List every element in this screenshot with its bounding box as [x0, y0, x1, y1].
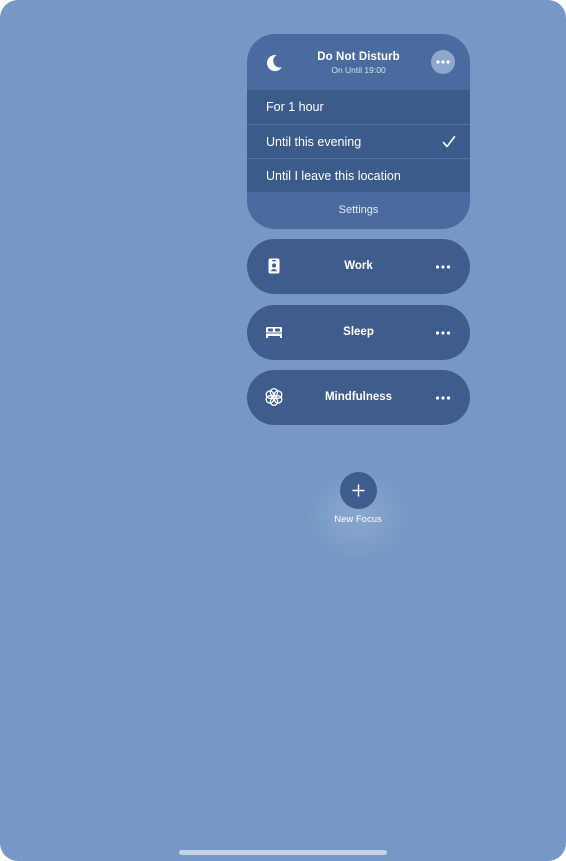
- focus-screen: Do Not Disturb On Until 19:00 For 1 hour…: [0, 0, 566, 861]
- ellipsis-icon[interactable]: [431, 255, 455, 279]
- dnd-option-until-leave-location[interactable]: Until I leave this location: [247, 158, 470, 192]
- dnd-settings-button[interactable]: Settings: [247, 192, 470, 229]
- dnd-option-1-hour[interactable]: For 1 hour: [247, 90, 470, 124]
- focus-work-button[interactable]: Work: [247, 239, 470, 294]
- dnd-option-until-evening[interactable]: Until this evening: [247, 124, 470, 158]
- dnd-more-button[interactable]: [431, 50, 455, 74]
- focus-sleep-button[interactable]: Sleep: [247, 305, 470, 360]
- ellipsis-icon[interactable]: [431, 386, 455, 410]
- ellipsis-icon[interactable]: [431, 321, 455, 345]
- do-not-disturb-card: Do Not Disturb On Until 19:00 For 1 hour…: [247, 34, 470, 229]
- new-focus-label: New Focus: [334, 514, 382, 525]
- new-focus-button[interactable]: [340, 472, 377, 509]
- dnd-option-label: Until this evening: [266, 135, 362, 149]
- checkmark-icon: [442, 136, 456, 148]
- dnd-option-label: For 1 hour: [266, 100, 324, 114]
- dnd-options-list: For 1 hour Until this evening Until I le…: [247, 90, 470, 192]
- ellipsis-icon: [436, 60, 450, 64]
- focus-mindfulness-button[interactable]: Mindfulness: [247, 370, 470, 425]
- dnd-header[interactable]: Do Not Disturb On Until 19:00: [247, 34, 470, 90]
- home-indicator[interactable]: [179, 850, 387, 855]
- plus-icon: [352, 484, 365, 497]
- dnd-option-label: Until I leave this location: [266, 169, 401, 183]
